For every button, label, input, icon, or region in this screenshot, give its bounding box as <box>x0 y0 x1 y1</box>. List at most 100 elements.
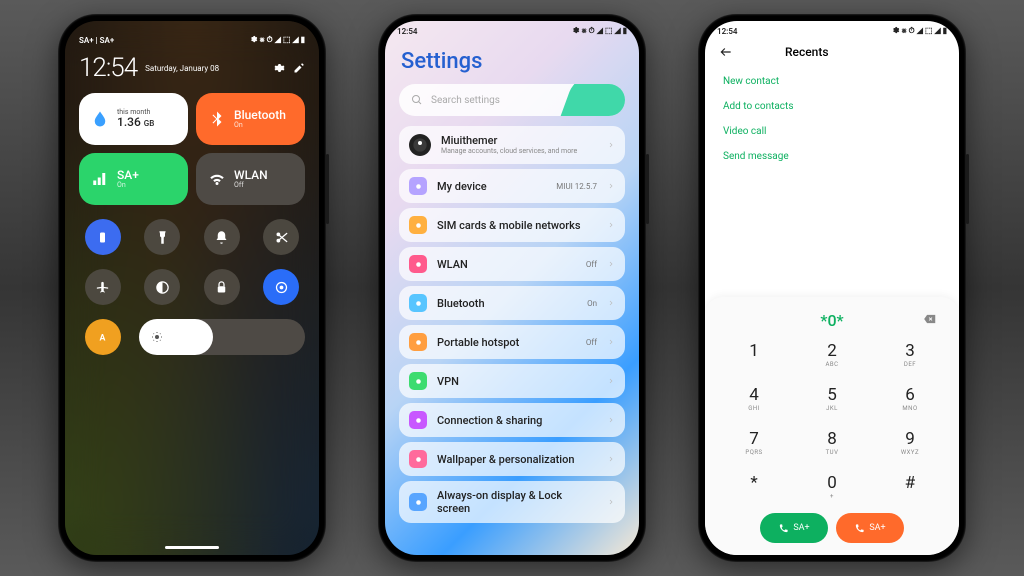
tile-wlan[interactable]: WLANOff <box>196 153 305 205</box>
settings-row[interactable]: VPN <box>399 364 625 398</box>
menu-link[interactable]: Video call <box>723 119 941 144</box>
dial-key[interactable]: 5JKL <box>793 377 871 421</box>
tile-data-usage[interactable]: this month 1.36 GB <box>79 93 188 145</box>
row-label: WLAN <box>437 258 576 271</box>
toggle-mute[interactable] <box>204 219 240 255</box>
signal-icon <box>91 170 109 188</box>
dial-key[interactable]: 3DEF <box>871 333 949 377</box>
tile-sim[interactable]: SA+On <box>79 153 188 205</box>
status-icons: ✽ ⨳ ⏱ ◢ ⬚ ◢ ▮ <box>893 26 947 36</box>
dial-key[interactable]: 6MNO <box>871 377 949 421</box>
toggle-location[interactable] <box>263 269 299 305</box>
key-number: 9 <box>905 429 915 449</box>
row-label: Wallpaper & personalization <box>437 453 597 466</box>
dialer-panel: *0* 12ABC3DEF4GHI5JKL6MNO7PQRS8TUV9WXYZ*… <box>705 297 959 555</box>
menu-link[interactable]: Send message <box>723 144 941 169</box>
account-row[interactable]: Miuithemer Manage accounts, cloud servic… <box>399 126 625 164</box>
dial-key[interactable]: 1 <box>715 333 793 377</box>
key-number: 8 <box>827 429 837 449</box>
dial-key[interactable]: 0+ <box>793 465 871 509</box>
row-icon <box>409 216 427 234</box>
search-input[interactable]: Search settings <box>399 84 625 116</box>
key-number: 5 <box>827 385 837 405</box>
status-bar: 12:54 ✽ ⨳ ⏱ ◢ ⬚ ◢ ▮ <box>705 21 959 35</box>
call-button-sim2[interactable]: SA+ <box>836 513 904 543</box>
data-value: 1.36 <box>117 115 141 129</box>
cc-header: 12:54 Saturday, January 08 <box>79 53 305 83</box>
dial-key[interactable]: 9WXYZ <box>871 421 949 465</box>
menu-link[interactable]: Add to contacts <box>723 94 941 119</box>
flashlight-icon <box>155 230 170 245</box>
date: Saturday, January 08 <box>145 64 265 73</box>
settings-row[interactable]: SIM cards & mobile networks <box>399 208 625 242</box>
status-time: 12:54 <box>397 27 417 36</box>
brightness-slider[interactable] <box>139 319 306 355</box>
back-icon[interactable] <box>719 45 733 59</box>
toggle-auto[interactable]: A <box>85 319 121 355</box>
dial-key[interactable]: 4GHI <box>715 377 793 421</box>
svg-text:A: A <box>100 333 106 343</box>
key-letters: TUV <box>826 449 839 457</box>
chevron-right-icon <box>607 498 615 506</box>
key-number: 6 <box>905 385 915 405</box>
toggle-darkmode[interactable] <box>144 269 180 305</box>
toggle-lock[interactable] <box>204 269 240 305</box>
key-number: 3 <box>905 341 915 361</box>
key-letters: DEF <box>904 361 916 369</box>
dial-key[interactable]: 2ABC <box>793 333 871 377</box>
key-number: * <box>750 473 757 493</box>
status-time: 12:54 <box>717 27 737 36</box>
tile-bluetooth[interactable]: BluetoothOn <box>196 93 305 145</box>
status-icons: ✽ ⨳ ⏱ ◢ ⬚ ◢ ▮ <box>251 35 305 45</box>
settings-row[interactable]: Always-on display & Lock screen <box>399 481 625 523</box>
home-indicator[interactable] <box>165 546 219 549</box>
settings-row[interactable]: Connection & sharing <box>399 403 625 437</box>
lock-icon <box>214 280 229 295</box>
sun-icon <box>151 331 163 343</box>
chevron-right-icon <box>607 455 615 463</box>
menu-link[interactable]: New contact <box>723 69 941 94</box>
row-value: On <box>587 299 597 308</box>
backspace-icon <box>923 312 937 326</box>
avatar <box>409 134 431 156</box>
row-label: Bluetooth <box>437 297 577 310</box>
location-icon <box>274 280 289 295</box>
chevron-right-icon <box>607 182 615 190</box>
row-value: Off <box>586 338 597 347</box>
gear-icon[interactable] <box>273 62 285 74</box>
dial-key[interactable]: # <box>871 465 949 509</box>
page-title: Settings <box>385 35 639 84</box>
settings-row[interactable]: Wallpaper & personalization <box>399 442 625 476</box>
call-button-sim1[interactable]: SA+ <box>760 513 828 543</box>
dial-key[interactable]: 7PQRS <box>715 421 793 465</box>
settings-row[interactable]: WLAN Off <box>399 247 625 281</box>
search-icon <box>411 94 423 106</box>
edit-icon[interactable] <box>293 62 305 74</box>
row-value: Off <box>586 260 597 269</box>
toggle-vibrate[interactable] <box>85 219 121 255</box>
row-label: My device <box>437 180 546 193</box>
toggle-screenshot[interactable] <box>263 219 299 255</box>
toggle-airplane[interactable] <box>85 269 121 305</box>
toggle-flashlight[interactable] <box>144 219 180 255</box>
backspace-button[interactable] <box>923 311 937 330</box>
chevron-right-icon <box>607 299 615 307</box>
row-label: Always-on display & Lock screen <box>437 489 597 515</box>
settings-row[interactable]: My deviceMIUI 12.5.7 <box>399 169 625 203</box>
settings-row[interactable]: Bluetooth On <box>399 286 625 320</box>
key-letters: + <box>830 493 834 501</box>
drop-icon <box>91 110 109 128</box>
wlan-state: Off <box>234 182 268 190</box>
row-label: Portable hotspot <box>437 336 576 349</box>
row-label: Connection & sharing <box>437 414 597 427</box>
chevron-right-icon <box>607 338 615 346</box>
row-icon <box>409 493 427 511</box>
dial-key[interactable]: 8TUV <box>793 421 871 465</box>
settings-row[interactable]: Portable hotspot Off <box>399 325 625 359</box>
data-unit: GB <box>144 119 155 128</box>
phone-dialer: 12:54 ✽ ⨳ ⏱ ◢ ⬚ ◢ ▮ Recents New contactA… <box>698 14 966 562</box>
chevron-right-icon <box>607 416 615 424</box>
dial-key[interactable]: * <box>715 465 793 509</box>
row-icon <box>409 450 427 468</box>
carrier-label: SA+ | SA+ <box>79 36 114 45</box>
